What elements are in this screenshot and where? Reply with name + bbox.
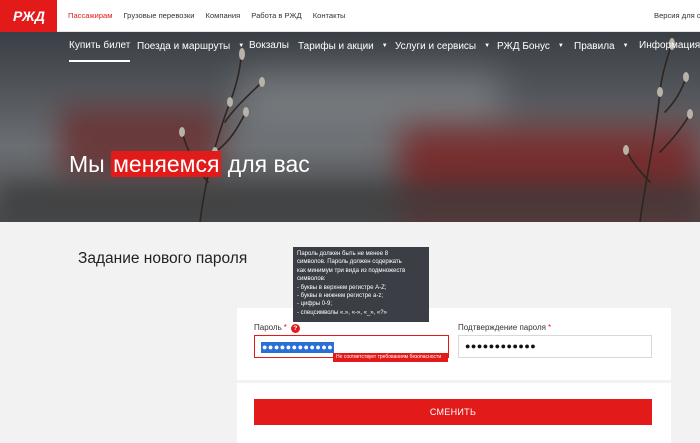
nav-buy-ticket[interactable]: Купить билет — [69, 32, 131, 62]
confirm-password-input[interactable]: ●●●●●●●●●●●● — [458, 335, 652, 358]
tooltip-line: - буквы в нижнем регистре a-z; — [297, 293, 384, 300]
nav-information-label: Информация — [639, 40, 700, 51]
nav-buy-ticket-label: Купить билет — [69, 40, 131, 51]
top-link-careers[interactable]: Работа в РЖД — [251, 0, 301, 32]
nav-services-label: Услуги и сервисы — [395, 41, 477, 52]
top-link-company[interactable]: Компания — [205, 0, 240, 32]
required-asterisk: * — [547, 323, 552, 332]
tooltip-line: Пароль должен быть не менее 8 — [297, 251, 389, 257]
chevron-down-icon: ▼ — [622, 43, 629, 49]
confirm-password-label: Подтверждение пароля * — [458, 323, 552, 332]
nav-rules[interactable]: Правила ▼ — [574, 32, 629, 62]
password-requirements-tooltip: Пароль должен быть не менее 8 символов. … — [293, 247, 429, 322]
nav-tariffs[interactable]: Тарифы и акции ▼ — [298, 32, 388, 62]
tooltip-line: как минимум три вида из подмножеств — [297, 267, 406, 274]
main-nav: Купить билет Поезда и маршруты ▼ Вокзалы … — [0, 32, 700, 62]
tooltip-line: символов: — [297, 276, 326, 283]
nav-services[interactable]: Услуги и сервисы ▼ — [395, 32, 490, 62]
nav-rzd-bonus[interactable]: РЖД Бонус ▼ — [497, 32, 564, 62]
tooltip-line: - цифры 0-9; — [297, 301, 333, 308]
nav-stations-label: Вокзалы — [249, 40, 289, 51]
nav-trains-routes[interactable]: Поезда и маршруты ▼ — [137, 32, 244, 62]
chevron-down-icon: ▼ — [238, 43, 245, 49]
nav-trains-routes-label: Поезда и маршруты — [137, 41, 231, 52]
top-links: Пассажирам Грузовые перевозки Компания Р… — [68, 0, 357, 32]
accessibility-version-link[interactable]: Версия для сл — [654, 0, 700, 32]
help-icon[interactable]: ? — [290, 324, 300, 333]
chevron-down-icon: ▼ — [484, 43, 491, 49]
required-asterisk: * — [283, 323, 287, 332]
page-title: Задание нового пароля — [78, 250, 248, 267]
svg-text:РЖД: РЖД — [13, 8, 45, 24]
tooltip-line: символов. Пароль должен содержать — [297, 259, 402, 266]
top-bar: РЖД Пассажирам Грузовые перевозки Компан… — [0, 0, 700, 32]
password-error-message: Не соответствует требованиям безопасност… — [333, 353, 448, 362]
nav-tariffs-label: Тарифы и акции — [298, 41, 374, 52]
nav-rules-label: Правила — [574, 41, 615, 52]
top-link-freight[interactable]: Грузовые перевозки — [124, 0, 195, 32]
password-label: Пароль *? — [254, 323, 300, 333]
rzd-logo-icon: РЖД — [13, 8, 45, 24]
tooltip-line: - буквы в верхнем регистре A-Z; — [297, 284, 387, 291]
chevron-down-icon: ▼ — [557, 43, 564, 49]
confirm-password-input-value: ●●●●●●●●●●●● — [465, 341, 537, 351]
top-link-passengers[interactable]: Пассажирам — [68, 0, 113, 32]
hero-headline-highlight: меняемся — [111, 151, 222, 177]
rzd-logo[interactable]: РЖД — [0, 0, 57, 32]
change-password-button[interactable]: СМЕНИТЬ — [254, 399, 652, 425]
nav-information[interactable]: Информация — [639, 32, 700, 62]
password-input-value: ●●●●●●●●●●●● — [261, 342, 335, 353]
top-link-contacts[interactable]: Контакты — [313, 0, 346, 32]
nav-stations[interactable]: Вокзалы — [249, 32, 289, 62]
chevron-down-icon: ▼ — [381, 43, 388, 49]
hero-headline: Мы меняемся для вас — [69, 151, 310, 177]
nav-rzd-bonus-label: РЖД Бонус — [497, 41, 550, 52]
tooltip-line: - спецсимволы «.», «-», «_», «?» — [297, 309, 387, 316]
